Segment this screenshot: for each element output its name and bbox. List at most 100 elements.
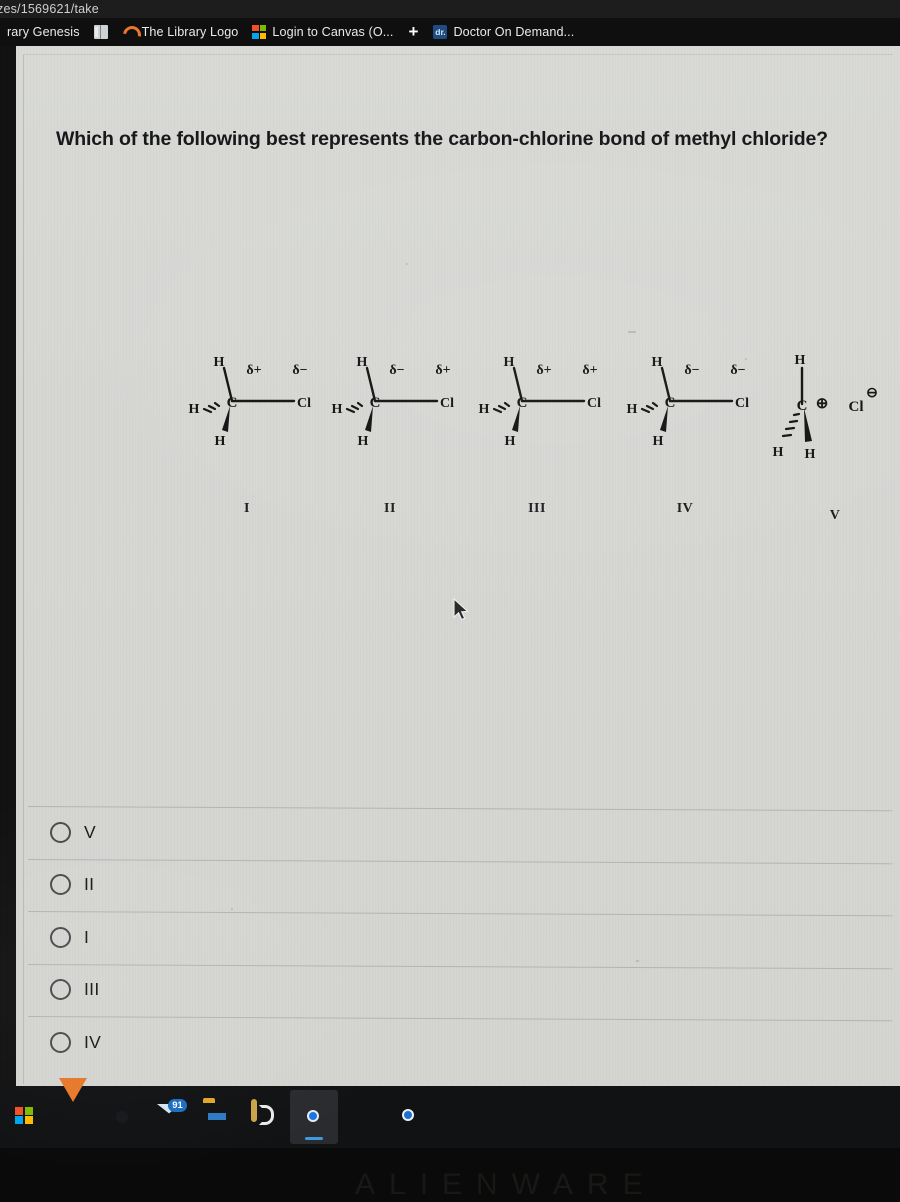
option-row-iii[interactable]: III [23, 963, 893, 1017]
carbon-partial-charge: δ+ [536, 363, 551, 378]
structure-label: III [528, 501, 546, 516]
lenovo-vantage-icon [251, 1099, 281, 1132]
chloride-negative-charge: ⊖ [866, 386, 878, 401]
chlorine-label: Cl [440, 396, 454, 411]
option-label: IV [84, 1031, 102, 1052]
radio-option-iii[interactable] [50, 979, 71, 1001]
structure-V-drawing: C H H H ⊕ Cl ⊖ [773, 353, 878, 462]
bookmark-label: Login to Canvas (O... [272, 25, 394, 39]
screen-speck [406, 263, 408, 265]
hydrogen-label-bottom: H [653, 434, 664, 449]
bookmark-book[interactable] [87, 18, 115, 46]
hydrogen-label-left: H [189, 402, 200, 417]
mail-icon: 91 [155, 1099, 187, 1132]
option-separator [27, 858, 893, 864]
taskbar-file-explorer[interactable] [194, 1090, 242, 1144]
screen-photograph: zes/1569621/take rary Genesis The Librar… [0, 0, 900, 1201]
screen-speck [231, 908, 233, 910]
chlorine-partial-charge: δ− [292, 363, 307, 378]
structure-IV-drawing: C H H H Cl δ− δ− [627, 355, 750, 449]
carbon-label: C [227, 395, 238, 411]
radio-option-iv[interactable] [50, 1031, 71, 1053]
structure-label: V [829, 508, 841, 523]
add-bookmark-button[interactable]: + [401, 18, 427, 46]
structure-II: C H H H Cl δ− δ+ II [315, 346, 465, 536]
mouse-cursor [453, 598, 469, 621]
screen-speck [745, 358, 747, 360]
hydrogen-label-left: H [773, 445, 784, 460]
hydrogen-label-top: H [214, 355, 225, 370]
structure-label: IV [676, 501, 694, 516]
radio-option-ii[interactable] [50, 874, 71, 896]
answer-options-list: V II I III IV [23, 806, 893, 1069]
screen-speck [628, 331, 636, 333]
google-chrome-icon [299, 1102, 329, 1132]
structure-III: C H H H Cl δ+ δ+ III [462, 346, 612, 536]
bookmark-doctor-on-demand[interactable]: dr. Doctor On Demand... [426, 18, 581, 46]
option-row-iv[interactable]: IV [23, 1016, 893, 1069]
structure-label: I [244, 501, 250, 516]
book-icon [93, 25, 108, 39]
carbon-label: C [517, 395, 528, 411]
chloride-label: Cl [849, 399, 864, 415]
hydrogen-label-left: H [479, 402, 490, 417]
option-separator [27, 1016, 893, 1022]
hydrogen-label-bottom: H [505, 434, 516, 449]
option-row-ii[interactable]: II [23, 858, 893, 912]
option-label: II [84, 874, 95, 895]
bookmarks-bar: rary Genesis The Library Logo Login to C… [0, 18, 900, 46]
radio-option-v[interactable] [50, 821, 71, 843]
taskbar-microsoft-store[interactable] [2, 1090, 50, 1144]
structure-II-drawing: C H H H Cl δ− δ+ [332, 355, 455, 449]
hydrogen-label-right: H [805, 447, 816, 462]
microsoft-store-icon [11, 1102, 41, 1132]
office-icon [107, 1102, 137, 1132]
mail-unread-badge: 91 [168, 1099, 187, 1112]
bookmark-library-genesis[interactable]: rary Genesis [0, 18, 87, 46]
hydrogen-label-bottom: H [215, 434, 226, 449]
option-label: III [84, 979, 100, 1000]
carbon-label: C [797, 398, 808, 414]
taskbar-google-chrome[interactable] [290, 1090, 338, 1144]
option-row-v[interactable]: V [23, 806, 893, 859]
structure-III-drawing: C H H H Cl δ+ δ+ [479, 355, 602, 449]
chlorine-label: Cl [587, 396, 601, 411]
structure-I: C H H H Cl δ+ δ− I [172, 346, 322, 536]
taskbar-office[interactable] [98, 1090, 146, 1144]
carbon-partial-charge: δ− [389, 363, 404, 378]
taskbar-settings[interactable] [386, 1090, 434, 1144]
structure-IV: C H H H Cl δ− δ− IV [610, 346, 760, 536]
browser-address-bar[interactable]: zes/1569621/take [0, 0, 900, 18]
chlorine-label: Cl [735, 396, 749, 411]
hydrogen-label-left: H [627, 402, 638, 417]
taskbar-microsoft-edge[interactable] [338, 1090, 386, 1144]
chlorine-partial-charge: δ+ [435, 363, 450, 378]
hydrogen-label-bottom: H [358, 434, 369, 449]
chlorine-partial-charge: δ− [730, 363, 745, 378]
radio-option-i[interactable] [50, 926, 71, 948]
hydrogen-label-top: H [357, 355, 368, 370]
chlorine-partial-charge: δ+ [582, 363, 597, 378]
option-row-i[interactable]: I [23, 911, 893, 964]
library-arc-icon [122, 25, 136, 39]
hydrogen-label-top: H [795, 353, 806, 368]
option-label: I [84, 926, 90, 947]
carbon-label: C [665, 395, 676, 411]
structure-label: II [384, 501, 396, 516]
bookmark-the-library-logo[interactable]: The Library Logo [115, 18, 246, 46]
option-label: V [84, 821, 96, 842]
structure-V: C H H H ⊕ Cl ⊖ V [760, 346, 900, 536]
carbon-partial-charge: δ+ [246, 363, 261, 378]
answer-structures-figure: C H H H Cl δ+ δ− I C H H H Cl δ− δ+ II C… [0, 346, 900, 536]
settings-gear-icon [395, 1102, 425, 1132]
carbon-label: C [370, 395, 381, 411]
chlorine-label: Cl [297, 396, 311, 411]
carbon-positive-charge: ⊕ [816, 396, 829, 412]
taskbar-vlc[interactable] [50, 1078, 98, 1144]
file-explorer-icon [203, 1102, 233, 1132]
quiz-page: Which of the following best represents t… [0, 46, 900, 1086]
taskbar-mail[interactable]: 91 [146, 1090, 194, 1144]
taskbar-lenovo-vantage[interactable] [242, 1090, 290, 1144]
screen-speck [636, 960, 639, 962]
bookmark-login-to-canvas[interactable]: Login to Canvas (O... [245, 18, 400, 46]
